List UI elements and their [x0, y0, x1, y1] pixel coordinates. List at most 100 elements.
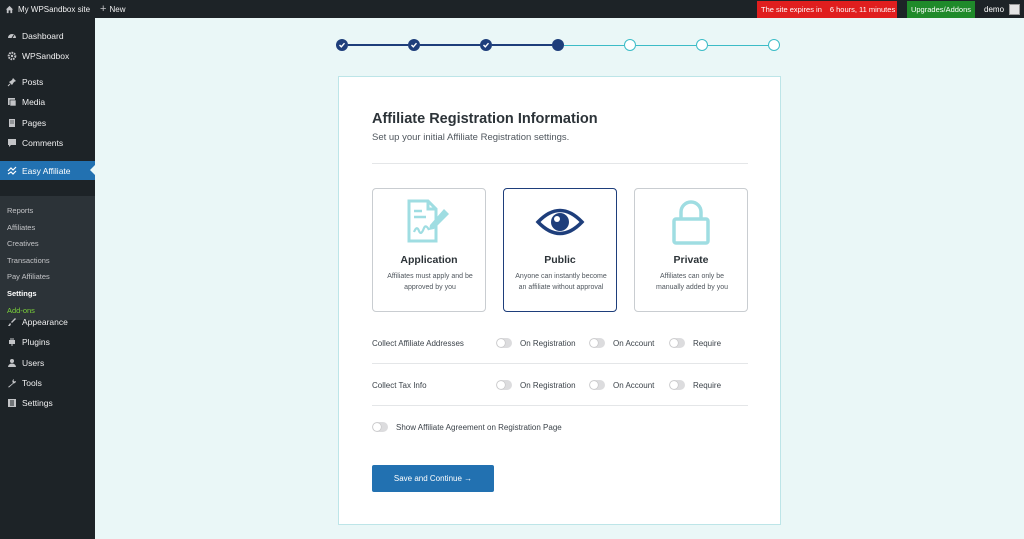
check-icon — [483, 42, 490, 48]
check-icon — [339, 42, 346, 48]
addresses-on-account-toggle[interactable] — [589, 338, 605, 348]
submenu-item-settings[interactable]: Settings — [7, 289, 37, 298]
toggle-label: On Account — [613, 381, 655, 390]
addresses-on-registration-toggle[interactable] — [496, 338, 512, 348]
toggle-label: Require — [693, 381, 722, 390]
sidebar-item-tools[interactable]: Tools — [0, 374, 95, 392]
divider — [372, 163, 748, 164]
registration-card: Affiliate Registration Information Set u… — [338, 76, 781, 525]
sidebar-item-label: Settings — [22, 398, 53, 408]
option-description: Anyone can instantly become an affiliate… — [515, 273, 607, 291]
sidebar-item-posts[interactable]: Posts — [0, 73, 95, 91]
toggle-label: On Registration — [520, 339, 576, 348]
save-button-label: Save and Continue → — [393, 474, 473, 483]
tax-on-account-toggle[interactable] — [589, 380, 605, 390]
step-4-current — [552, 39, 564, 51]
home-icon — [5, 5, 14, 13]
toggle-label: On Registration — [520, 381, 576, 390]
toggle-label: Require — [693, 339, 722, 348]
sidebar-item-dashboard[interactable]: Dashboard — [0, 27, 95, 45]
media-icon — [7, 97, 17, 107]
step-1-complete — [336, 39, 348, 51]
option-private[interactable]: Private Affiliates can only be manually … — [634, 188, 748, 312]
site-name: My WPSandbox site — [18, 4, 91, 14]
brush-icon — [7, 317, 17, 327]
toggle-label: On Account — [613, 339, 655, 348]
dashboard-icon — [7, 31, 17, 41]
lock-icon — [635, 199, 747, 245]
submenu-item-reports[interactable]: Reports — [7, 206, 33, 215]
sidebar-item-label: Comments — [22, 138, 64, 148]
page-title: Affiliate Registration Information — [372, 111, 598, 127]
affiliate-submenu: Reports Affiliates Creatives Transaction… — [0, 196, 95, 320]
save-and-continue-button[interactable]: Save and Continue → — [372, 465, 494, 492]
expire-time: 6 hours, 11 minutes — [829, 5, 896, 14]
user-name: demo — [984, 4, 1005, 14]
divider — [372, 363, 748, 364]
plus-icon: + — [100, 3, 107, 15]
sidebar-item-pages[interactable]: Pages — [0, 114, 95, 132]
collect-tax-label: Collect Tax Info — [372, 381, 427, 390]
sidebar-item-wpsandbox[interactable]: WPSandbox — [0, 47, 95, 65]
step-7-pending — [768, 39, 780, 51]
expire-notice: The site expires in 6 hours, 11 minutes — [757, 1, 897, 18]
new-label: New — [109, 4, 126, 14]
sidebar-item-label: Pages — [22, 118, 47, 128]
step-3-complete — [480, 39, 492, 51]
affiliate-agreement-toggle[interactable] — [372, 422, 388, 432]
sidebar-item-easy-affiliate[interactable]: Easy Affiliate — [0, 161, 95, 180]
sidebar-item-label: Dashboard — [22, 31, 64, 41]
affiliate-agreement-label: Show Affiliate Agreement on Registration… — [396, 423, 562, 432]
gear-icon — [7, 51, 17, 61]
option-title: Application — [400, 254, 458, 266]
sidebar-item-settings[interactable]: Settings — [0, 394, 95, 412]
new-link[interactable]: + New — [95, 0, 130, 18]
sidebar-item-label: Posts — [22, 77, 44, 87]
option-title: Private — [673, 254, 709, 266]
upgrades-label: Upgrades/Addons — [910, 5, 972, 14]
tax-on-registration-toggle[interactable] — [496, 380, 512, 390]
submenu-item-transactions[interactable]: Transactions — [7, 256, 50, 265]
sidebar-item-label: Appearance — [22, 317, 68, 327]
sidebar-item-label: Users — [22, 358, 45, 368]
step-connector-done — [420, 44, 480, 46]
users-icon — [7, 358, 17, 368]
addresses-require-toggle[interactable] — [669, 338, 685, 348]
option-description: Affiliates must apply and be approved by… — [387, 273, 473, 291]
sidebar-item-comments[interactable]: Comments — [0, 134, 95, 152]
step-connector-done — [492, 44, 552, 46]
sidebar-item-label: Plugins — [22, 337, 50, 347]
expire-text: The site expires in — [761, 5, 822, 14]
upgrades-button[interactable]: Upgrades/Addons — [907, 1, 975, 18]
submenu-item-pay-affiliates[interactable]: Pay Affiliates — [7, 272, 50, 281]
settings-icon — [7, 398, 17, 408]
option-public[interactable]: Public Anyone can instantly become an af… — [503, 188, 617, 312]
option-application[interactable]: Application Affiliates must apply and be… — [372, 188, 486, 312]
admin-sidebar: Dashboard WPSandbox Posts Media Pages Co… — [0, 18, 95, 539]
step-connector-todo — [564, 45, 624, 46]
application-form-icon — [373, 199, 485, 245]
collect-addresses-label: Collect Affiliate Addresses — [372, 339, 464, 348]
sidebar-item-label: WPSandbox — [22, 51, 70, 61]
step-2-complete — [408, 39, 420, 51]
admin-bar: My WPSandbox site + New The site expires… — [0, 0, 1024, 18]
option-description: Affiliates can only be manually added by… — [656, 273, 728, 291]
step-connector-todo — [636, 45, 696, 46]
wrench-icon — [7, 378, 17, 388]
pin-icon — [7, 77, 17, 87]
option-title: Public — [544, 254, 576, 266]
site-name-link[interactable]: My WPSandbox site — [0, 0, 95, 18]
check-icon — [411, 42, 418, 48]
plug-icon — [7, 337, 17, 347]
setup-stepper — [336, 38, 780, 52]
tax-require-toggle[interactable] — [669, 380, 685, 390]
sidebar-item-media[interactable]: Media — [0, 93, 95, 111]
step-connector-done — [348, 44, 408, 46]
sidebar-item-appearance[interactable]: Appearance — [0, 313, 95, 331]
sidebar-item-users[interactable]: Users — [0, 354, 95, 372]
step-connector-todo — [708, 45, 768, 46]
user-menu[interactable]: demo — [984, 0, 1021, 18]
submenu-item-creatives[interactable]: Creatives — [7, 239, 39, 248]
submenu-item-affiliates[interactable]: Affiliates — [7, 223, 35, 232]
sidebar-item-plugins[interactable]: Plugins — [0, 333, 95, 351]
